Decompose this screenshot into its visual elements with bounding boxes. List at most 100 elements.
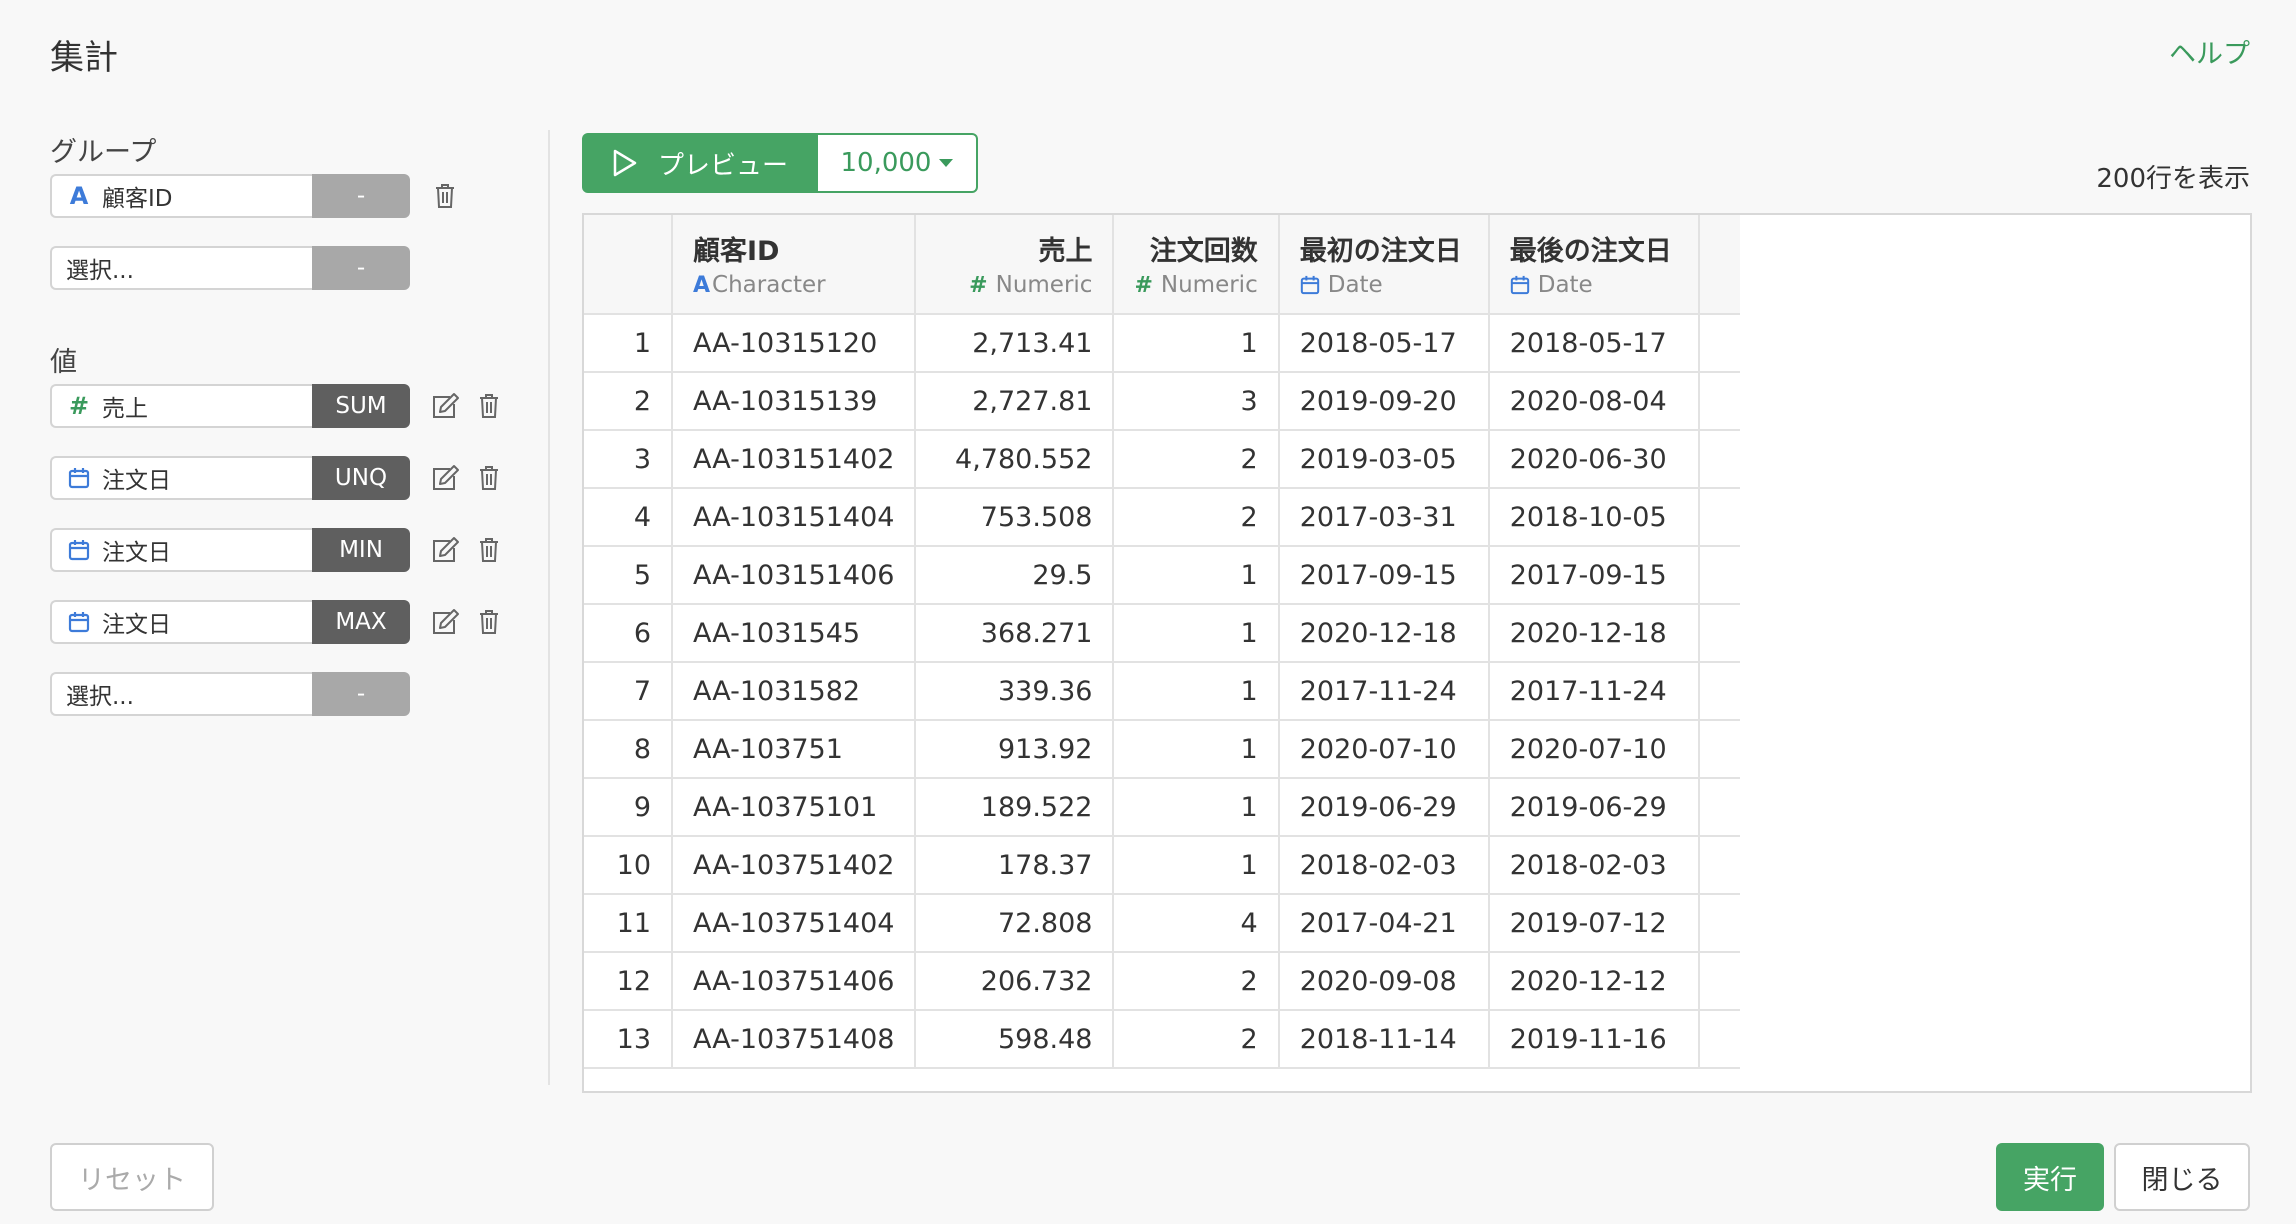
table-cell: 2019-03-05	[1278, 430, 1490, 489]
column-header[interactable]: 売上 # Numeric	[915, 215, 1115, 315]
values-aggregation-select[interactable]: -	[312, 672, 410, 716]
table-cell: AA-103151402	[672, 430, 917, 489]
trash-icon[interactable]	[428, 179, 462, 213]
trash-icon[interactable]	[472, 389, 506, 423]
close-button[interactable]: 閉じる	[2114, 1143, 2250, 1211]
column-type-label: Numeric	[1160, 272, 1258, 298]
group-field-name: 選択...	[66, 258, 134, 284]
table-row[interactable]: 7 AA-1031582 339.36 1 2017-11-24 2017-11-24	[584, 662, 1740, 721]
group-aggregation-select[interactable]: -	[312, 174, 410, 218]
reset-button[interactable]: リセット	[50, 1143, 214, 1211]
column-name: 顧客ID	[693, 236, 780, 267]
table-row[interactable]: 10 AA-103751402 178.37 1 2018-02-03 2018-02-0…	[584, 836, 1740, 895]
table-row[interactable]: 2 AA-10315139 2,727.81 3 2019-09-20 2020-08-0…	[584, 372, 1740, 431]
preview-button-label: プレビュー	[657, 150, 788, 181]
preview-rows-select[interactable]: 10,000	[818, 133, 978, 193]
table-row[interactable]: 13 AA-103751408 598.48 2 2018-11-14 2019-11-1…	[584, 1010, 1740, 1069]
table-cell: 72.808	[915, 894, 1115, 953]
row-index-cell: 2	[584, 372, 673, 431]
table-cell: 1	[1113, 720, 1280, 779]
table-cell: 2017-11-24	[1488, 662, 1700, 721]
values-field-select[interactable]: 注文日	[50, 600, 312, 644]
help-link[interactable]: ヘルプ	[2169, 32, 2250, 71]
values-field-select[interactable]: 注文日	[50, 528, 312, 572]
column-type-label: Numeric	[995, 272, 1093, 298]
table-cell: 1	[1113, 604, 1280, 663]
table-header-row: 顧客ID A Character 売上 # Numeric 注文回数 # Numeric 最初の注…	[584, 215, 1740, 315]
numeric-type-icon: #	[1134, 272, 1153, 298]
values-aggregation-select[interactable]: MIN	[312, 528, 410, 572]
row-index-cell: 11	[584, 894, 673, 953]
table-row[interactable]: 9 AA-10375101 189.522 1 2019-06-29 2019-06-29	[584, 778, 1740, 837]
values-field-name: 注文日	[102, 612, 171, 638]
table-body: 1 AA-10315120 2,713.41 1 2018-05-17 2018-05-1…	[584, 314, 1740, 1069]
column-header[interactable]: 最初の注文日 Date	[1278, 215, 1490, 315]
preview-table-container[interactable]: 顧客ID A Character 売上 # Numeric 注文回数 # Numeric 最初の注…	[582, 213, 2252, 1093]
table-cell: 2020-07-10	[1278, 720, 1490, 779]
column-header[interactable]: 注文回数 # Numeric	[1113, 215, 1280, 315]
table-row[interactable]: 1 AA-10315120 2,713.41 1 2018-05-17 2018-05-1…	[584, 314, 1740, 373]
table-cell: 2020-12-18	[1278, 604, 1490, 663]
row-index-cell: 3	[584, 430, 673, 489]
filler-cell	[1698, 488, 1740, 547]
table-cell: AA-103151406	[672, 546, 917, 605]
table-cell: 2018-11-14	[1278, 1010, 1490, 1069]
values-aggregation-select[interactable]: MAX	[312, 600, 410, 644]
chevron-down-icon	[939, 159, 954, 167]
table-row[interactable]: 11 AA-103751404 72.808 4 2017-04-21 2019-07-1…	[584, 894, 1740, 953]
panel-divider	[548, 130, 550, 1085]
date-type-icon	[1510, 275, 1530, 295]
column-type-label: Date	[1327, 272, 1383, 298]
table-cell: 1	[1113, 314, 1280, 373]
values-field-select[interactable]: # 売上	[50, 384, 312, 428]
table-row[interactable]: 6 AA-1031545 368.271 1 2020-12-18 2020-12-18	[584, 604, 1740, 663]
table-row[interactable]: 4 AA-103151404 753.508 2 2017-03-31 2018-10-0…	[584, 488, 1740, 547]
values-field-select[interactable]: 注文日	[50, 456, 312, 500]
table-cell: 2,727.81	[915, 372, 1115, 431]
column-header[interactable]: 最後の注文日 Date	[1488, 215, 1700, 315]
edit-icon[interactable]	[428, 533, 462, 567]
table-row[interactable]: 8 AA-103751 913.92 1 2020-07-10 2020-07-10	[584, 720, 1740, 779]
table-cell: 2018-05-17	[1488, 314, 1700, 373]
table-row[interactable]: 5 AA-103151406 29.5 1 2017-09-15 2017-09-15	[584, 546, 1740, 605]
table-cell: 753.508	[915, 488, 1115, 547]
trash-icon[interactable]	[472, 461, 506, 495]
edit-icon[interactable]	[428, 389, 462, 423]
table-cell: 1	[1113, 836, 1280, 895]
values-aggregation-select[interactable]: UNQ	[312, 456, 410, 500]
table-cell: AA-103751	[672, 720, 917, 779]
table-row[interactable]: 3 AA-103151402 4,780.552 2 2019-03-05 2020-06…	[584, 430, 1740, 489]
table-cell: AA-103751406	[672, 952, 917, 1011]
values-aggregation-select[interactable]: SUM	[312, 384, 410, 428]
table-cell: 1	[1113, 778, 1280, 837]
row-index-header	[584, 215, 673, 315]
table-cell: 2019-06-29	[1278, 778, 1490, 837]
column-type: # Numeric	[936, 272, 1092, 298]
column-name: 最初の注文日	[1299, 236, 1462, 267]
edit-icon[interactable]	[428, 605, 462, 639]
table-cell: 2020-09-08	[1278, 952, 1490, 1011]
table-row[interactable]: 12 AA-103751406 206.732 2 2020-09-08 2020-12-…	[584, 952, 1740, 1011]
group-field-select[interactable]: 選択...	[50, 246, 312, 290]
column-header[interactable]: 顧客ID A Character	[672, 215, 917, 315]
table-cell: 1	[1113, 546, 1280, 605]
group-aggregation-select[interactable]: -	[312, 246, 410, 290]
table-cell: 2017-09-15	[1278, 546, 1490, 605]
row-index-cell: 10	[584, 836, 673, 895]
table-cell: 339.36	[915, 662, 1115, 721]
filler-cell	[1698, 894, 1740, 953]
edit-icon[interactable]	[428, 461, 462, 495]
table-cell: 2	[1113, 488, 1280, 547]
run-button[interactable]: 実行	[1996, 1143, 2104, 1211]
group-field-select[interactable]: A 顧客ID	[50, 174, 312, 218]
trash-icon[interactable]	[472, 533, 506, 567]
values-field-select[interactable]: 選択...	[50, 672, 312, 716]
trash-icon[interactable]	[472, 605, 506, 639]
values-row: 注文日 MAX	[50, 600, 530, 644]
numeric-type-icon: #	[68, 392, 90, 420]
preview-button[interactable]: プレビュー	[582, 133, 818, 193]
filler-cell	[1698, 1010, 1740, 1069]
dialog-title: 集計	[50, 38, 118, 78]
column-type: Date	[1510, 272, 1678, 298]
numeric-type-icon: #	[969, 272, 988, 298]
